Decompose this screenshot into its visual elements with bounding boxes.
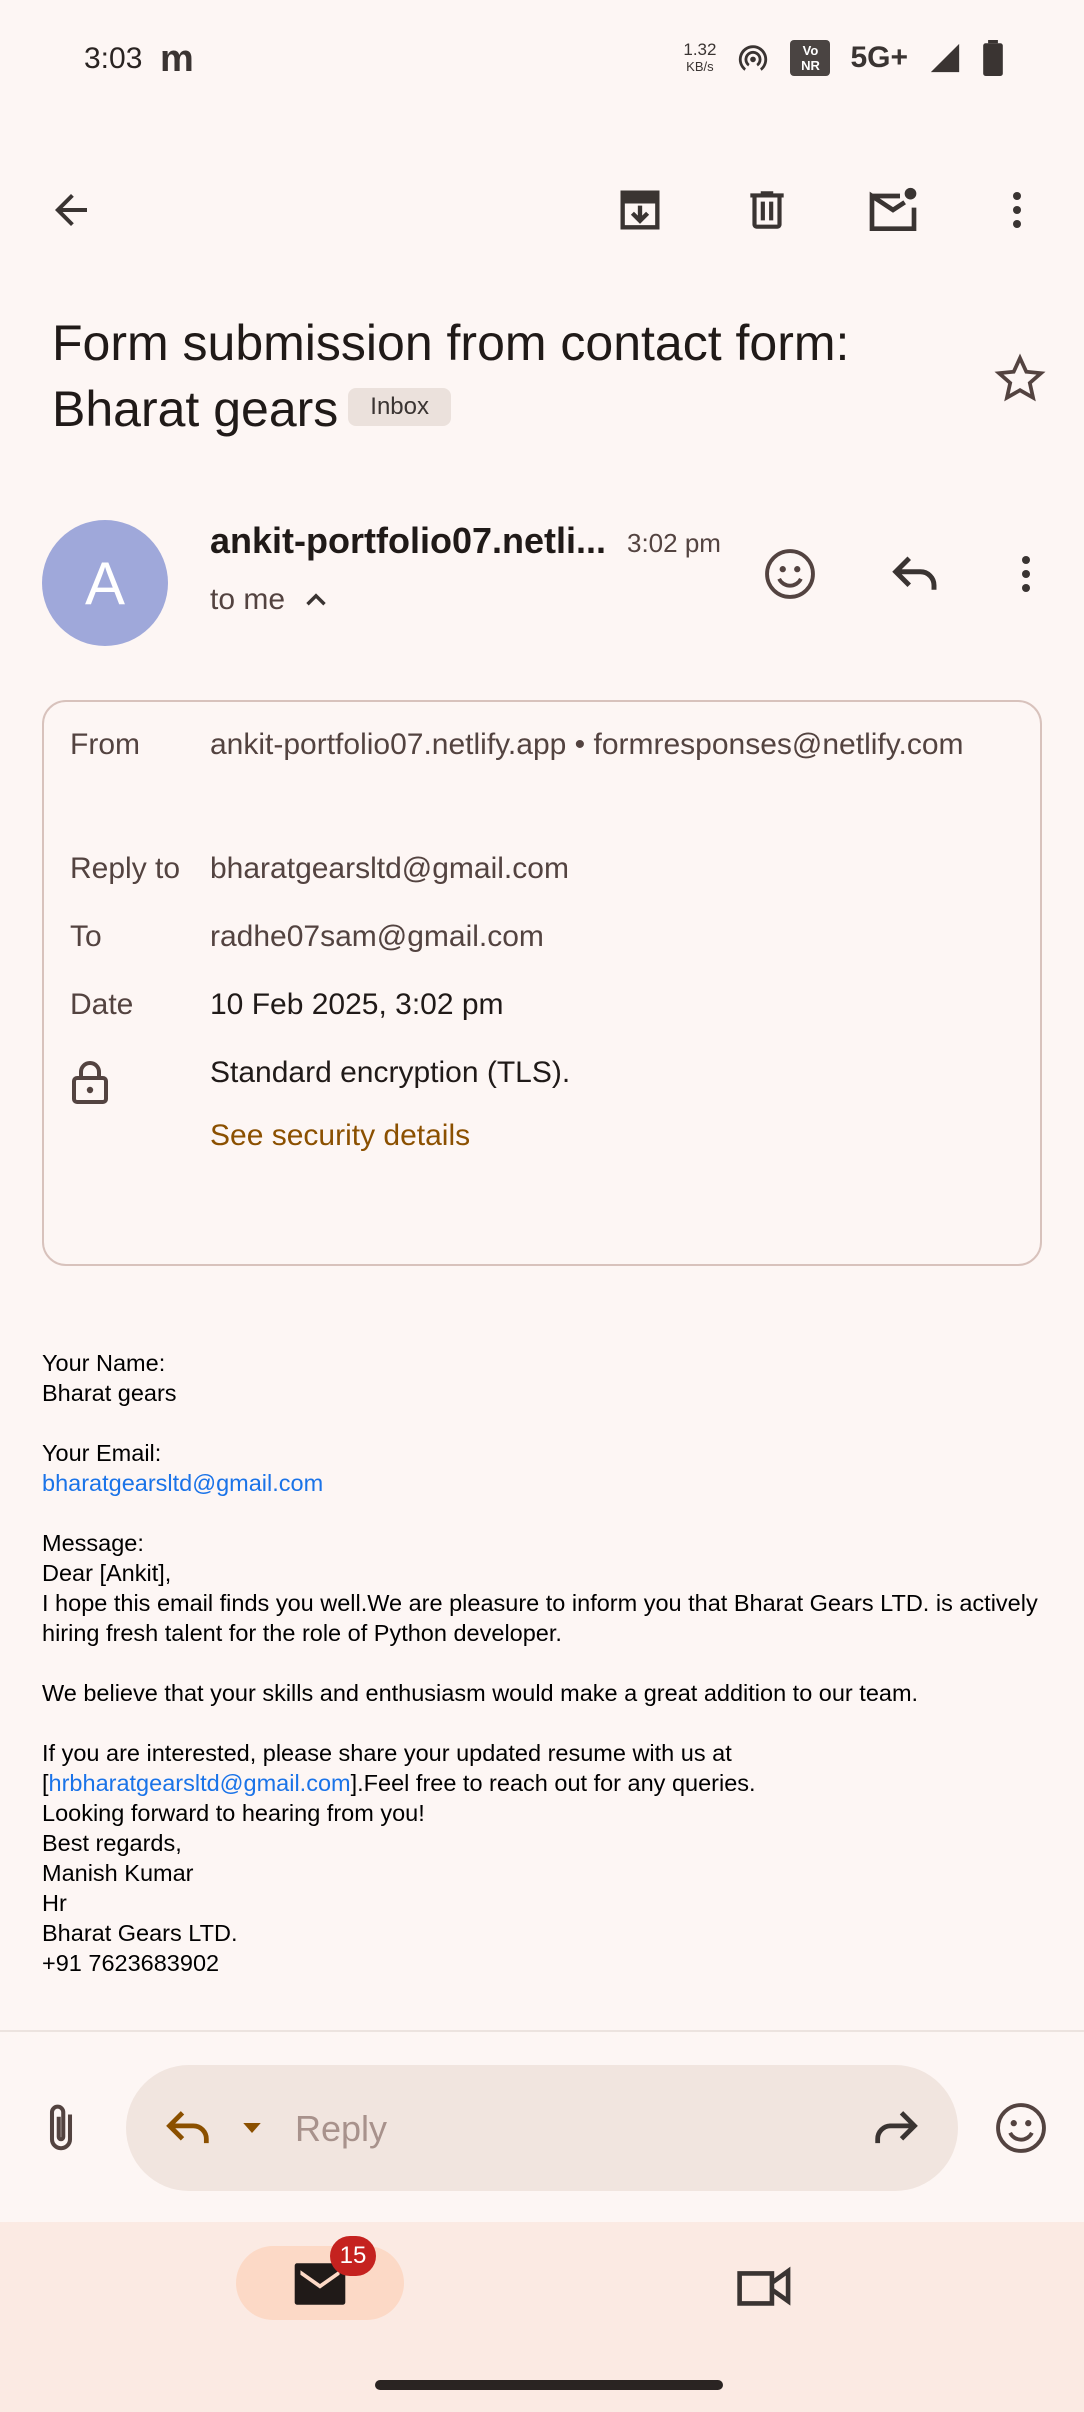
emoji-icon: [765, 549, 815, 599]
hotspot-icon: [739, 45, 768, 71]
from-value[interactable]: ankit-portfolio07.netlify.app • formresp…: [210, 718, 1010, 772]
emoji-icon: [996, 2103, 1046, 2153]
network-speed-value: 1.32: [683, 40, 717, 59]
paragraph-3-rest: ].Feel free to reach out for any queries…: [350, 1770, 756, 1796]
reply-icon: [892, 556, 937, 590]
from-label: From: [70, 728, 140, 761]
reply-mode-dropdown[interactable]: [232, 2108, 272, 2148]
volte-bottom: NR: [801, 58, 820, 73]
archive-icon: [620, 190, 660, 230]
recipient-summary: to me: [210, 583, 286, 616]
date-label: Date: [70, 988, 134, 1021]
lock-icon: [70, 1060, 110, 1112]
volte-top: Vo: [802, 43, 819, 58]
more-vert-icon: [1022, 556, 1030, 592]
recipient-toggle[interactable]: to me: [210, 583, 333, 617]
reply-mode-button[interactable]: [158, 2093, 220, 2163]
message-more-button[interactable]: [992, 540, 1060, 608]
star-icon: [994, 353, 1046, 402]
status-time: 3:03: [84, 42, 143, 75]
greeting: Dear [Ankit],: [42, 1560, 172, 1586]
arrow-back-icon: [55, 194, 87, 226]
back-button[interactable]: [36, 175, 106, 245]
signature-phone: +91 7623683902: [42, 1950, 220, 1976]
date-value: 10 Feb 2025, 3:02 pm: [210, 988, 504, 1021]
trash-icon: [750, 191, 784, 229]
unread-count-badge: 15: [330, 2236, 376, 2276]
more-options-button[interactable]: [982, 175, 1052, 245]
divider: [0, 2030, 1084, 2032]
star-button[interactable]: [986, 345, 1054, 413]
signal-icon: [930, 43, 960, 73]
mark-unread-button[interactable]: [858, 175, 928, 245]
paragraph-3-line-2: [hrbharatgearsltd@gmail.com].Feel free t…: [42, 1768, 1052, 1798]
name-label: Your Name:: [42, 1350, 166, 1376]
name-block: Your Name: Bharat gears: [42, 1348, 1052, 1408]
caret-down-icon: [243, 2123, 261, 2133]
home-indicator: [375, 2380, 723, 2390]
add-reaction-button[interactable]: [756, 540, 824, 608]
mark-unread-icon: [869, 187, 917, 231]
name-value: Bharat gears: [42, 1380, 177, 1406]
encryption-value: Standard encryption (TLS).: [210, 1056, 571, 1089]
network-speed-unit: KB/s: [686, 59, 714, 74]
network-type: 5G+: [850, 41, 908, 74]
paragraph-3-line-1: If you are interested, please share your…: [42, 1740, 732, 1766]
closing-line: Looking forward to hearing from you!: [42, 1800, 425, 1826]
forward-icon: [875, 2111, 918, 2144]
sender-name[interactable]: ankit-portfolio07.netli...: [210, 520, 606, 562]
carrier-icon: m: [160, 38, 194, 80]
sender-avatar[interactable]: A: [42, 520, 168, 646]
message-details-card: From ankit-portfolio07.netlify.app • for…: [42, 700, 1042, 1266]
paragraph-3: If you are interested, please share your…: [42, 1738, 1052, 1978]
chevron-up-icon: [306, 593, 326, 606]
security-details-link[interactable]: See security details: [210, 1109, 1010, 1163]
email-label: Your Email:: [42, 1440, 162, 1466]
nav-meet-tab[interactable]: [725, 2250, 805, 2320]
reply-icon: [166, 2111, 209, 2144]
signoff: Best regards,: [42, 1830, 182, 1856]
forward-button[interactable]: [860, 2093, 930, 2163]
delete-button[interactable]: [732, 175, 802, 245]
reply-button[interactable]: [882, 540, 950, 608]
attachment-icon: [49, 2104, 73, 2151]
video-camera-icon: [737, 2266, 791, 2306]
status-icons: 1.32 KB/s Vo NR 5G+: [683, 40, 1004, 76]
to-label: To: [70, 920, 102, 953]
reply-to-value[interactable]: bharatgearsltd@gmail.com: [210, 842, 1010, 896]
reply-to-label: Reply to: [70, 852, 181, 885]
attach-button[interactable]: [26, 2093, 96, 2163]
volte-icon: Vo NR: [790, 40, 831, 76]
signature-title: Hr: [42, 1890, 67, 1916]
message-label: Message:: [42, 1530, 144, 1556]
network-speed: 1.32 KB/s: [683, 41, 716, 75]
signature-name: Manish Kumar: [42, 1860, 194, 1886]
message-block: Message: Dear [Ankit], I hope this email…: [42, 1528, 1052, 1648]
email-value-link[interactable]: bharatgearsltd@gmail.com: [42, 1468, 1052, 1498]
reply-placeholder[interactable]: Reply: [295, 2108, 387, 2150]
paragraph-1: I hope this email finds you well.We are …: [42, 1590, 1038, 1646]
email-subject: Form submission from contact form: Bhara…: [52, 310, 952, 442]
more-vert-icon: [1013, 192, 1021, 228]
email-time: 3:02 pm: [627, 528, 721, 558]
email-body: Your Name: Bharat gears Your Email: bhar…: [42, 1348, 1052, 1978]
inbox-label-badge[interactable]: Inbox: [348, 387, 451, 426]
paragraph-2: We believe that your skills and enthusia…: [42, 1680, 919, 1706]
battery-icon: [983, 40, 1003, 76]
to-value[interactable]: radhe07sam@gmail.com: [210, 910, 1010, 964]
signature-company: Bharat Gears LTD.: [42, 1920, 238, 1946]
emoji-button[interactable]: [986, 2093, 1056, 2163]
archive-button[interactable]: [605, 175, 675, 245]
email-block: Your Email: bharatgearsltd@gmail.com: [42, 1438, 1052, 1498]
hr-email-link[interactable]: hrbharatgearsltd@gmail.com: [49, 1770, 351, 1796]
